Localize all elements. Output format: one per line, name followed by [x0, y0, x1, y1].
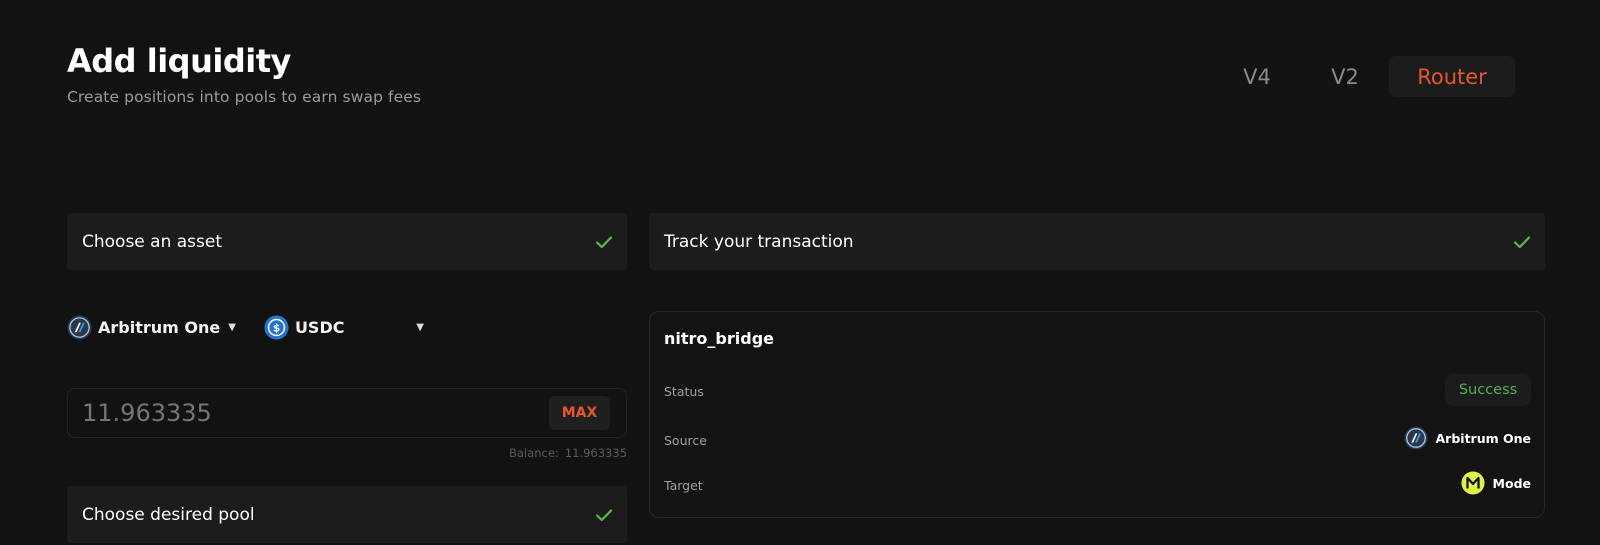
mode-icon: [1461, 471, 1485, 495]
chevron-down-icon: ▼: [228, 322, 236, 333]
page-subtitle: Create positions into pools to earn swap…: [67, 88, 422, 106]
page-header: Add liquidity Create positions into pool…: [67, 42, 421, 106]
svg-text:$: $: [273, 323, 280, 335]
target-label: Target: [664, 478, 703, 493]
step-choose-pool[interactable]: Choose desired pool: [67, 486, 627, 543]
version-tabs: V4 V2 Router: [1213, 56, 1515, 97]
source-chain-label: Arbitrum One: [1435, 430, 1532, 446]
arbitrum-icon: [67, 315, 92, 340]
target-value: Mode: [1461, 471, 1531, 495]
step-choose-asset-label: Choose an asset: [82, 231, 223, 252]
source-label: Source: [664, 433, 707, 448]
tab-router[interactable]: Router: [1389, 56, 1515, 97]
check-icon: [595, 235, 613, 248]
step-choose-pool-label: Choose desired pool: [82, 504, 255, 525]
balance-value: 11.963335: [564, 446, 627, 460]
source-value: Arbitrum One: [1403, 426, 1532, 450]
amount-input[interactable]: [82, 399, 482, 427]
token-label: USDC: [294, 318, 345, 337]
balance-label: Balance:: [509, 446, 559, 460]
max-button[interactable]: MAX: [549, 396, 610, 430]
network-selector[interactable]: Arbitrum One ▼: [67, 315, 236, 340]
status-label: Status: [664, 384, 704, 399]
transaction-card: nitro_bridge Status Success Source Arbit…: [649, 311, 1545, 518]
network-label: Arbitrum One: [98, 318, 221, 337]
check-icon: [1513, 235, 1531, 248]
page-title: Add liquidity: [67, 42, 291, 80]
chevron-down-icon: ▼: [416, 322, 424, 333]
transaction-name: nitro_bridge: [664, 329, 774, 348]
check-icon: [595, 508, 613, 521]
asset-selectors: Arbitrum One ▼ $ USDC ▼: [67, 315, 424, 340]
balance-display: Balance: 11.963335: [509, 446, 627, 460]
step-choose-asset[interactable]: Choose an asset: [67, 213, 627, 270]
usdc-icon: $: [264, 315, 289, 340]
amount-box: MAX: [67, 388, 627, 438]
step-track-transaction[interactable]: Track your transaction: [649, 213, 1545, 270]
step-track-transaction-label: Track your transaction: [664, 231, 854, 252]
tab-v2[interactable]: V2: [1301, 56, 1389, 97]
status-badge: Success: [1445, 374, 1531, 406]
token-selector[interactable]: $ USDC ▼: [264, 315, 424, 340]
tab-v4[interactable]: V4: [1213, 56, 1301, 97]
arbitrum-icon: [1403, 426, 1428, 450]
target-chain-label: Mode: [1492, 475, 1531, 491]
